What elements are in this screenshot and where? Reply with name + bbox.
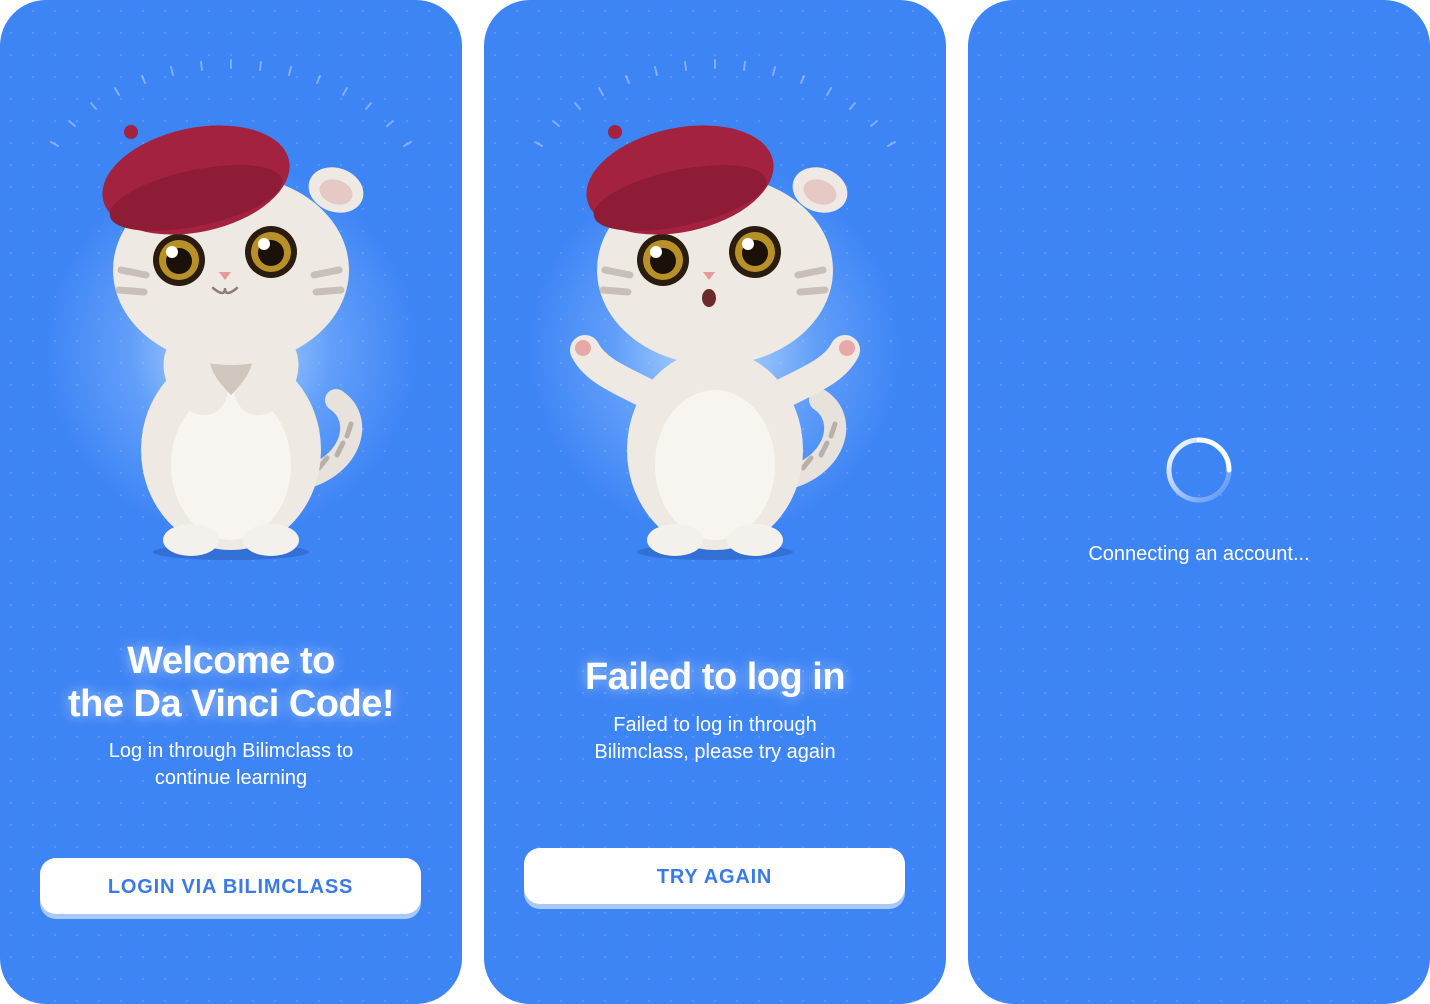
failed-subtitle-line1: Failed to log in through	[613, 714, 817, 736]
welcome-subtitle-line2: continue learning	[154, 767, 308, 789]
welcome-title-line1: Welcome to	[127, 640, 335, 682]
failed-subtitle-line2: Bilimclass, please try again	[594, 741, 836, 763]
welcome-subtitle-line1: Log in through Bilimclass to	[108, 740, 354, 762]
try-again-button[interactable]: TRY AGAIN	[524, 848, 905, 904]
welcome-title: Welcome to the Da Vinci Code!	[0, 640, 462, 726]
failed-title: Failed to log in	[584, 656, 846, 698]
failed-screen: Failed to log in Failed to log in throug…	[484, 0, 946, 1004]
cat-mascot-heart	[102, 125, 364, 560]
failed-subtitle: Failed to log in through Bilimclass, ple…	[484, 712, 946, 766]
welcome-screen: Welcome to the Da Vinci Code! Log in thr…	[0, 0, 462, 1004]
connecting-status-text: Connecting an account...	[1088, 543, 1310, 565]
welcome-subtitle: Log in through Bilimclass to continue le…	[0, 738, 462, 792]
cat-mascot-shrug	[570, 125, 860, 560]
loading-screen: Connecting an account...	[968, 0, 1430, 1004]
spinner-icon	[1166, 437, 1232, 503]
login-via-bilimclass-button[interactable]: LOGIN VIA BILIMCLASS	[40, 858, 421, 914]
welcome-title-line2: the Da Vinci Code!	[67, 683, 395, 725]
